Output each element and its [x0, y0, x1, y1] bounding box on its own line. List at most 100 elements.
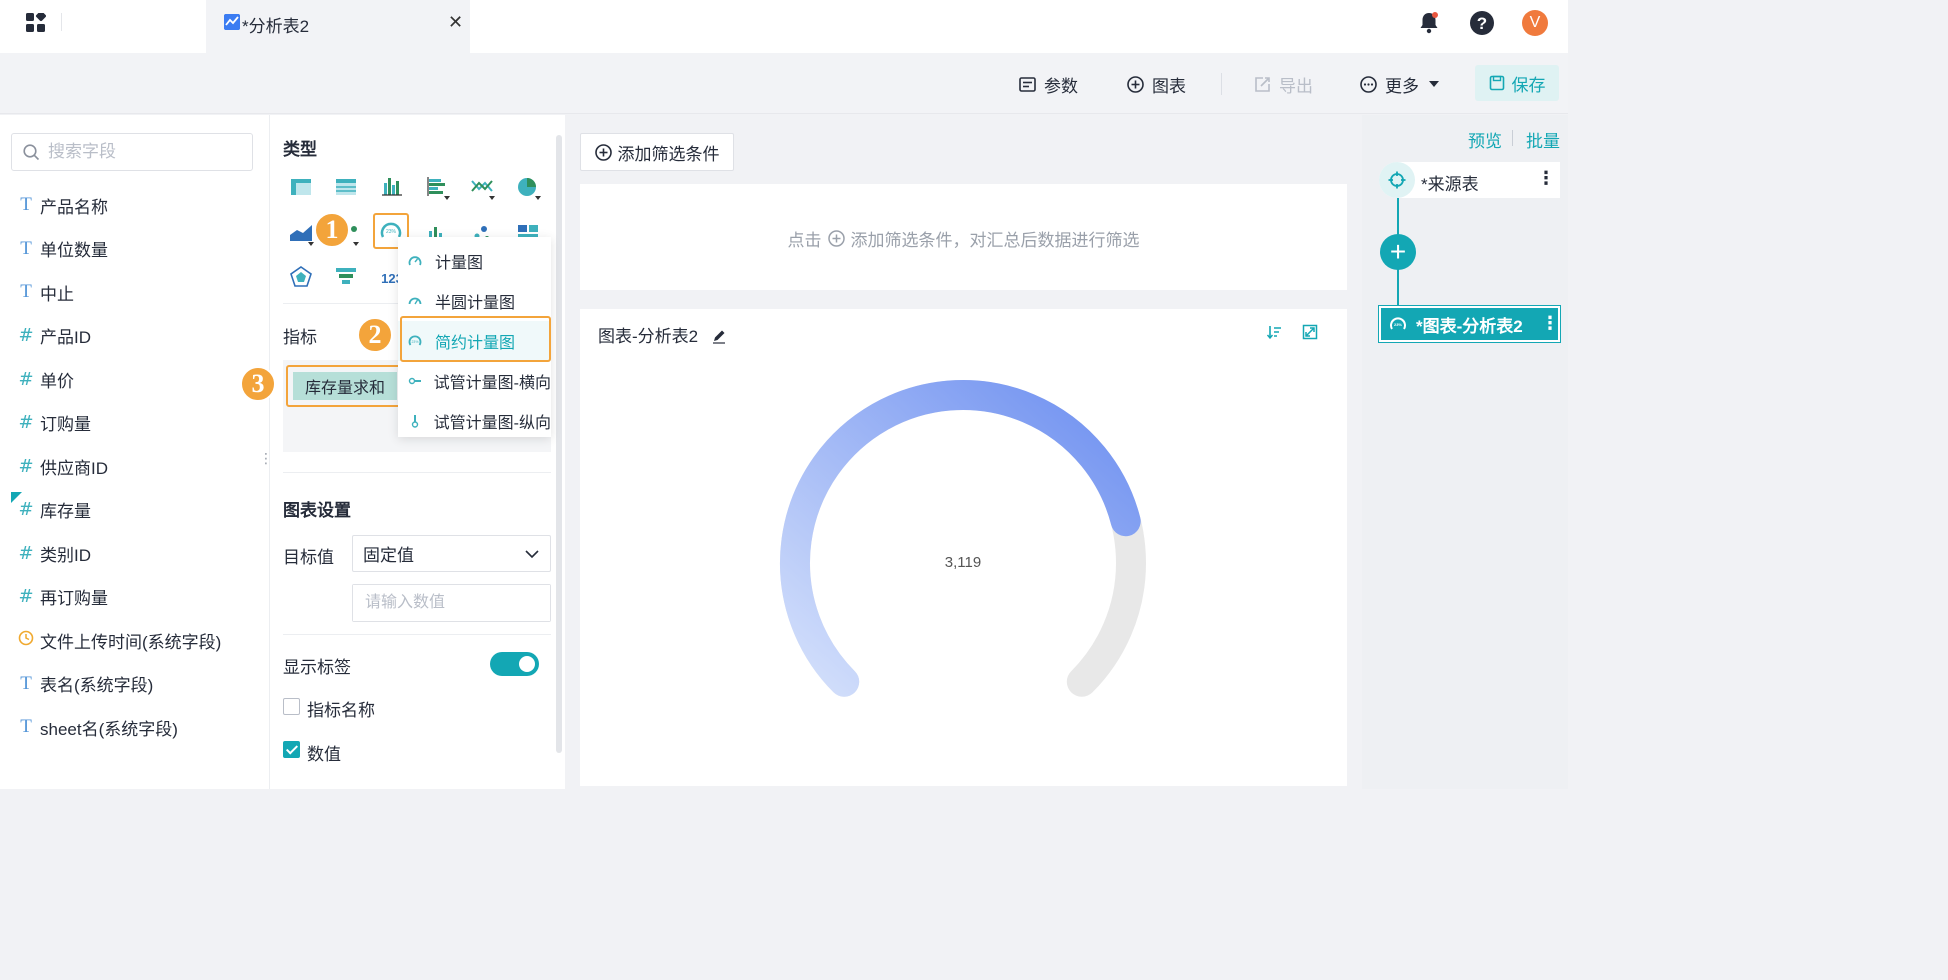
- dropdown-item-label: 半圆计量图: [435, 295, 516, 312]
- value-label: 数值: [307, 745, 341, 764]
- gauge-value-label: 3,119: [945, 554, 981, 571]
- field-item[interactable]: # 库存量: [11, 491, 91, 525]
- divider: [283, 634, 551, 635]
- config-panel: 类型 23% 123 指标 库存量求和 图表设置 目标值 固定值 显示标签 指标…: [269, 115, 565, 789]
- step-badge-3: 3: [240, 366, 276, 402]
- field-item[interactable]: 文件上传时间(系统字段): [16, 625, 221, 655]
- field-item[interactable]: # 产品ID: [16, 321, 91, 351]
- field-search[interactable]: [11, 133, 253, 171]
- step-badge-2: 2: [357, 317, 393, 353]
- field-item[interactable]: T 表名(系统字段): [16, 669, 153, 699]
- filter-hint-text: 添加筛选条件，对汇总后数据进行筛选: [850, 231, 1140, 250]
- kebab-menu-icon[interactable]: ⋮: [1537, 168, 1555, 189]
- field-item[interactable]: # 单价: [16, 364, 74, 394]
- radar-chart-icon[interactable]: [287, 263, 315, 291]
- chart-tab-icon: [224, 14, 240, 30]
- save-button[interactable]: 保存: [1475, 65, 1559, 101]
- field-label: 库存量: [40, 502, 91, 521]
- chart-card: 图表-分析表2 3,119: [580, 309, 1347, 786]
- field-item[interactable]: T 单位数量: [16, 234, 108, 264]
- field-item[interactable]: T 产品名称: [16, 190, 108, 220]
- number-input[interactable]: [353, 585, 550, 621]
- field-item[interactable]: T 中止: [16, 277, 74, 307]
- field-label: 类别ID: [40, 545, 91, 565]
- plus-circle-icon: [594, 143, 612, 161]
- column-chart-icon[interactable]: [378, 173, 406, 201]
- plus-circle-icon: [827, 230, 845, 247]
- source-node-icon-wrap: [1379, 162, 1415, 198]
- metric-name-checkbox[interactable]: [283, 698, 300, 715]
- dropdown-item-label: 试管计量图-纵向: [433, 415, 551, 432]
- value-checkbox[interactable]: [283, 741, 300, 758]
- gauge-icon: 23%: [1390, 317, 1406, 330]
- field-label: 单价: [40, 371, 74, 391]
- bar-chart-icon[interactable]: [423, 173, 451, 201]
- source-node-label: *来源表: [1421, 175, 1479, 194]
- chart-label: 图表: [1152, 76, 1186, 96]
- table-chart-icon[interactable]: [287, 173, 315, 201]
- svg-text:23%: 23%: [386, 229, 397, 235]
- add-chart-button[interactable]: 图表: [1127, 71, 1186, 97]
- config-scrollbar[interactable]: [556, 135, 562, 753]
- avatar[interactable]: V: [1522, 10, 1548, 36]
- number-type-icon: #: [18, 586, 34, 607]
- field-item[interactable]: # 类别ID: [16, 538, 91, 568]
- field-item[interactable]: # 订购量: [16, 408, 91, 438]
- more-button[interactable]: 更多: [1360, 71, 1440, 97]
- search-icon: [23, 144, 40, 161]
- field-label: 产品名称: [40, 197, 108, 217]
- filter-area: 点击 添加筛选条件，对汇总后数据进行筛选: [580, 184, 1347, 290]
- dropdown-item-tube-gauge-horizontal[interactable]: 试管计量图-横向: [398, 361, 551, 401]
- show-label-toggle[interactable]: [490, 652, 539, 676]
- params-label: 参数: [1044, 76, 1078, 96]
- batch-link[interactable]: 批量: [1526, 127, 1560, 152]
- close-icon[interactable]: ✕: [448, 12, 463, 33]
- add-filter-label: 添加筛选条件: [617, 144, 720, 164]
- kebab-menu-icon[interactable]: ⋮: [1541, 313, 1559, 334]
- field-item[interactable]: Tsheet名(系统字段): [16, 712, 178, 742]
- save-icon: [1489, 75, 1504, 91]
- export-button[interactable]: 导出: [1254, 71, 1313, 97]
- params-button[interactable]: 参数: [1019, 71, 1078, 97]
- line-chart-icon[interactable]: [468, 173, 496, 201]
- text-type-icon: T: [20, 237, 32, 259]
- area-chart-icon[interactable]: [287, 219, 315, 247]
- dropdown-item-tube-gauge-vertical[interactable]: 试管计量图-纵向: [398, 401, 551, 441]
- flow-connector: [1397, 268, 1399, 308]
- tab-separator: [61, 13, 62, 31]
- target-number-field[interactable]: [352, 584, 551, 622]
- help-icon[interactable]: ?: [1469, 10, 1495, 36]
- metric-name-label: 指标名称: [307, 701, 375, 720]
- filter-hint-prefix: 点击: [787, 231, 822, 250]
- metric-title: 指标: [283, 328, 317, 347]
- crosshair-icon: [1388, 171, 1406, 189]
- flow-connector: [1397, 196, 1399, 236]
- dropdown-item-gauge[interactable]: 计量图: [398, 241, 551, 281]
- text-type-icon: T: [20, 281, 32, 302]
- field-label: 再订购量: [40, 589, 108, 608]
- pie-chart-icon[interactable]: [514, 173, 542, 201]
- gauge-chart: 3,119: [780, 380, 1146, 697]
- preview-link[interactable]: 预览: [1468, 127, 1502, 152]
- chart-node[interactable]: 23% *图表-分析表2 ⋮: [1378, 305, 1561, 343]
- text-type-icon: T: [20, 672, 32, 694]
- svg-text:23%: 23%: [1394, 322, 1402, 327]
- field-label: sheet名(系统字段): [40, 719, 178, 739]
- dropdown-item-semicircle-gauge[interactable]: 半圆计量图: [398, 281, 551, 321]
- target-select-value: 固定值: [363, 546, 414, 565]
- field-label: 表名(系统字段): [40, 676, 154, 695]
- field-label: 中止: [40, 284, 74, 304]
- field-item[interactable]: # 再订购量: [16, 582, 108, 612]
- add-filter-button[interactable]: 添加筛选条件: [580, 133, 734, 171]
- detail-table-icon[interactable]: [332, 173, 360, 201]
- toolbar: 参数 图表 导出 更多 保存: [0, 53, 1568, 114]
- bell-icon[interactable]: [1416, 10, 1442, 36]
- apps-grid-icon[interactable]: [26, 13, 46, 33]
- funnel-chart-icon[interactable]: [332, 263, 360, 291]
- target-select[interactable]: 固定值: [352, 535, 551, 572]
- field-item[interactable]: # 供应商ID: [16, 451, 108, 481]
- search-input[interactable]: [48, 142, 238, 162]
- tab-analysis-2[interactable]: *分析表2 ✕: [206, 0, 470, 53]
- add-node-button[interactable]: +: [1380, 234, 1416, 270]
- field-panel: T产品名称T单位数量T中止#产品ID#单价#订购量#供应商ID#库存量#类别ID…: [0, 115, 273, 789]
